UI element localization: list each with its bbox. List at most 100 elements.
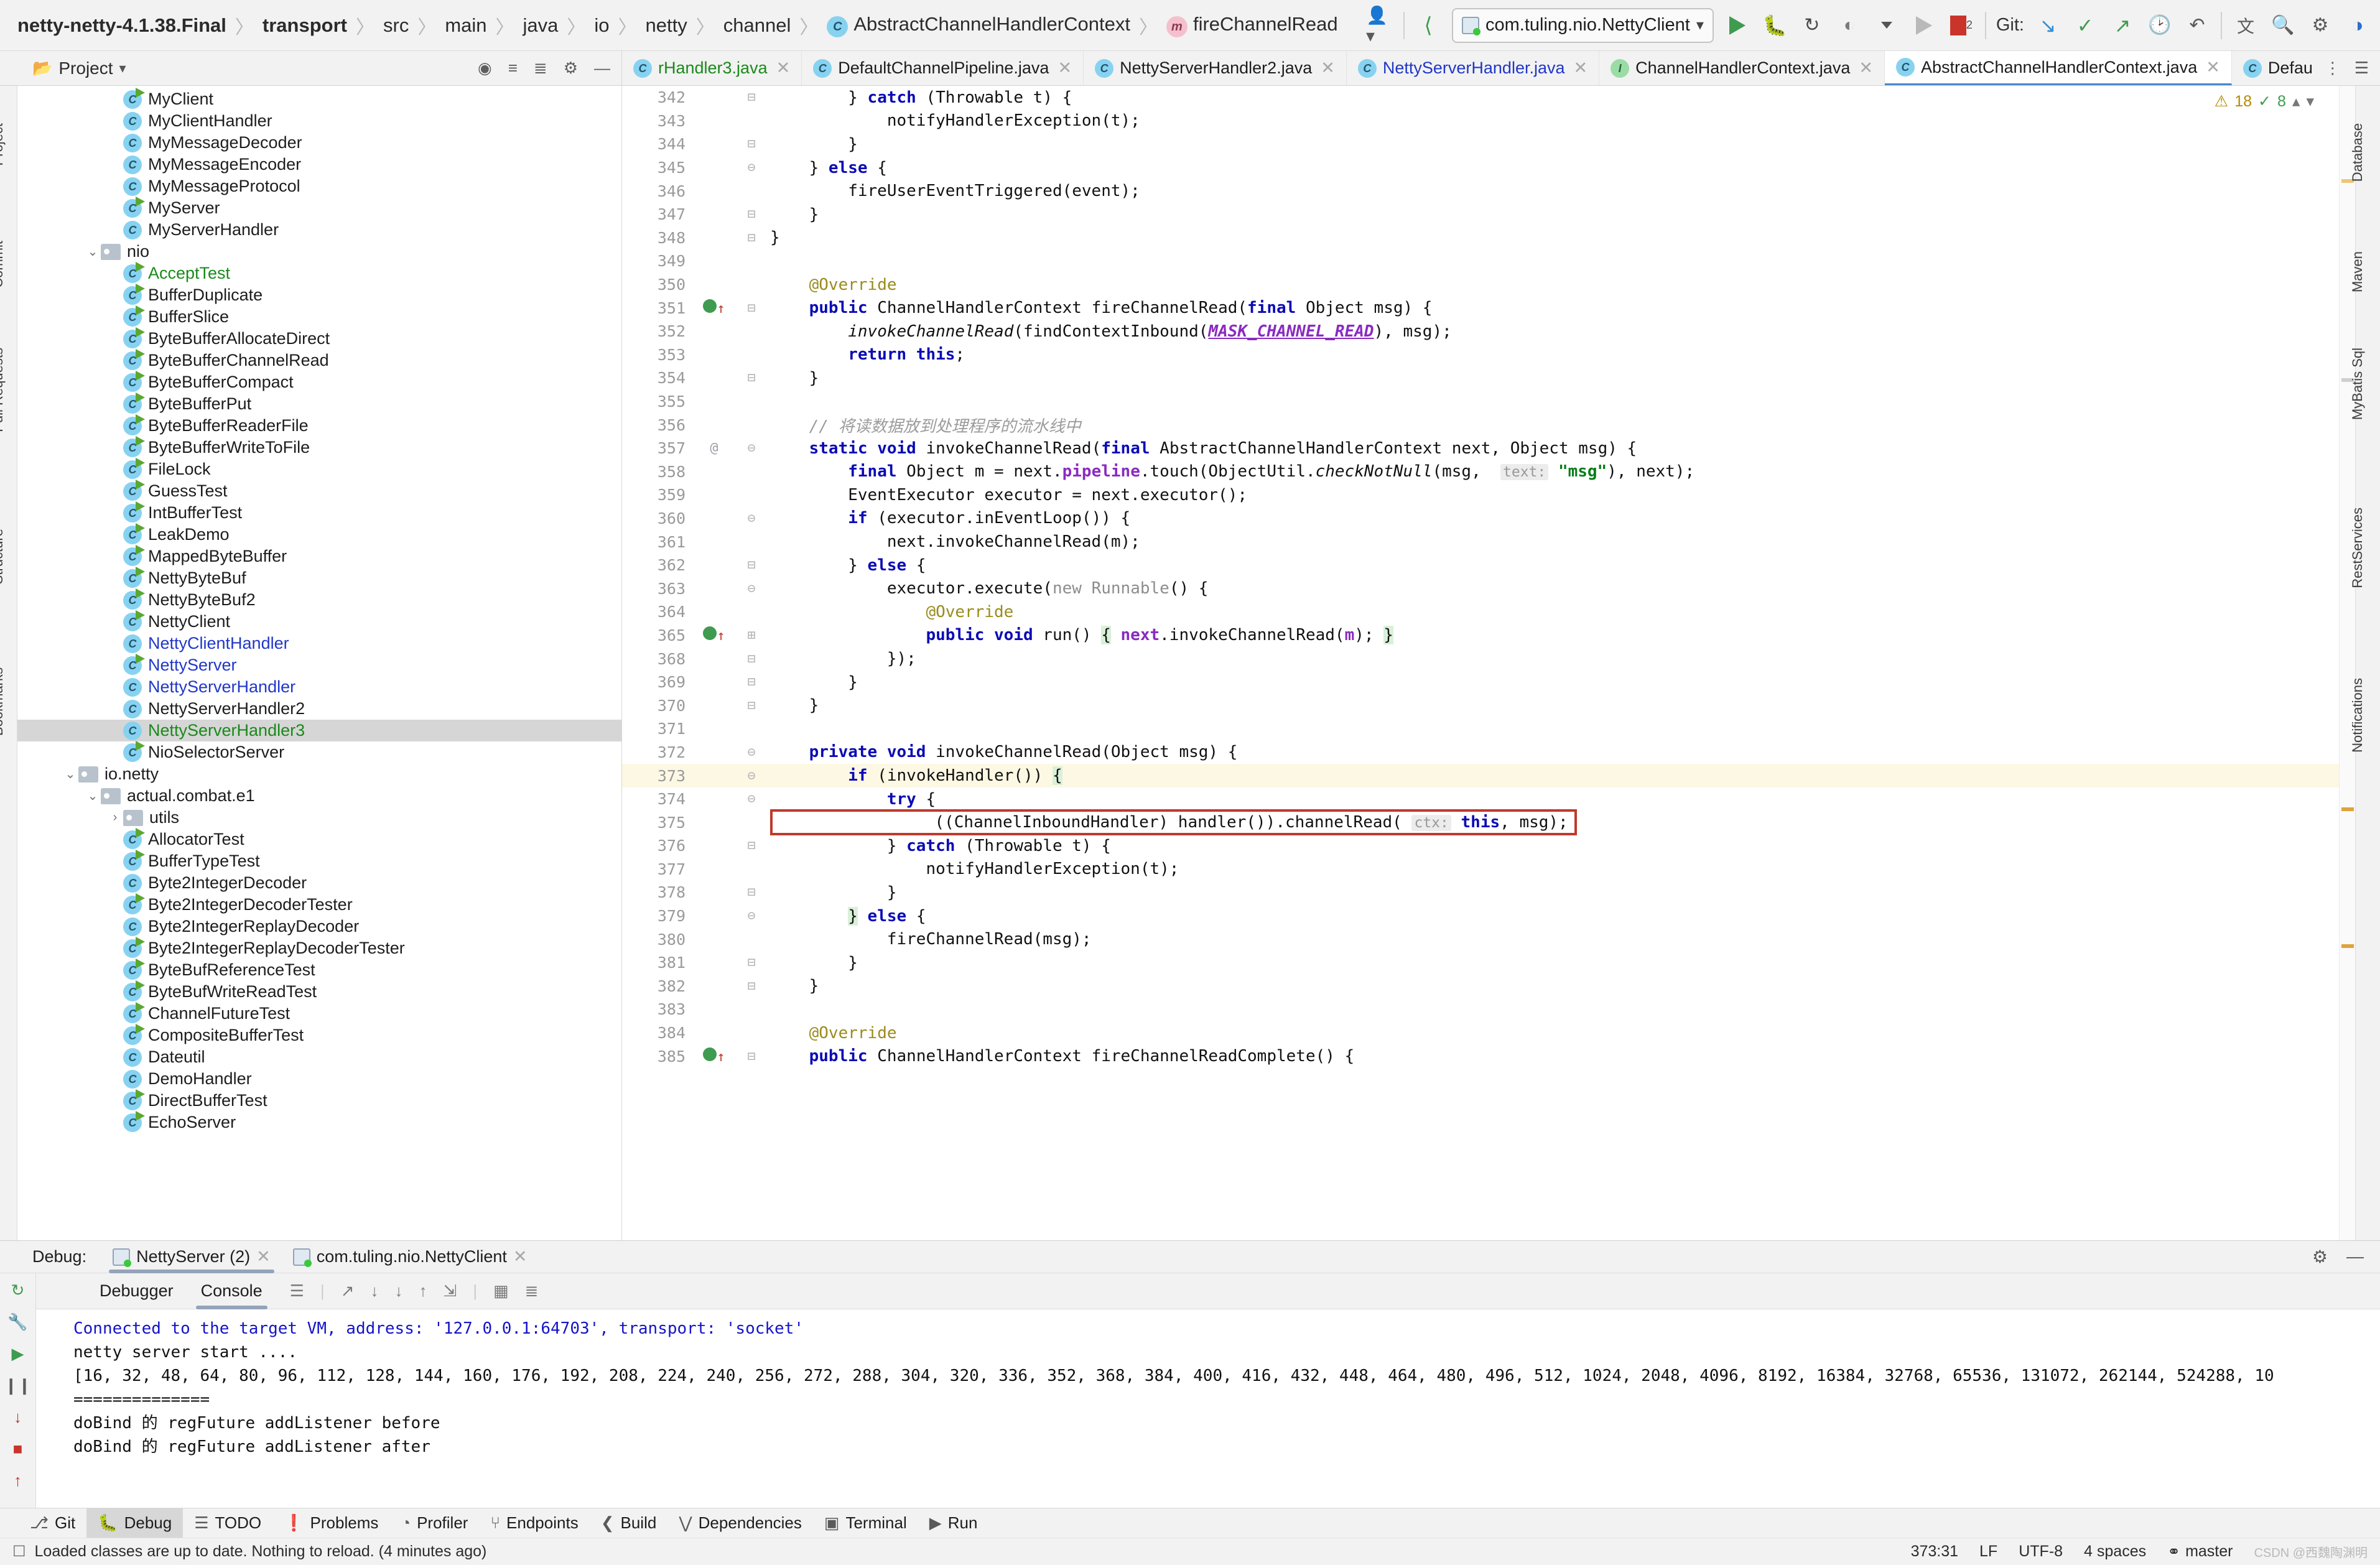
fold-gutter[interactable]: ⊟ xyxy=(733,955,770,970)
breadcrumb-item[interactable]: src xyxy=(377,14,415,37)
code-line[interactable]: 373 ⊖ if (invokeHandler()) { xyxy=(622,764,2355,787)
caret-position[interactable]: 373:31 xyxy=(1911,1543,1958,1561)
settings-icon[interactable]: 🔧 xyxy=(7,1312,27,1332)
close-icon[interactable]: ✕ xyxy=(513,1247,528,1266)
close-icon[interactable]: ✕ xyxy=(1058,58,1072,78)
tree-item[interactable]: C FileLock xyxy=(17,457,621,480)
code-line[interactable]: 365 ↑ ⊞ public void run() { next.invokeCha… xyxy=(622,624,2355,648)
fold-gutter[interactable]: ⊖ xyxy=(733,581,770,597)
close-icon[interactable]: ✕ xyxy=(256,1247,271,1266)
tree-item[interactable]: C IntBufferTest xyxy=(17,501,621,524)
tree-item[interactable]: C NettyServerHandler xyxy=(17,676,621,698)
fold-gutter[interactable]: ⊖ xyxy=(733,511,770,526)
code-line[interactable]: 369 ⊟ } xyxy=(622,671,2355,694)
more-tabs-icon[interactable]: ⋮ xyxy=(2325,58,2341,78)
user-icon[interactable]: 👤▾ xyxy=(1366,6,1393,45)
coverage-icon[interactable]: ◐ xyxy=(1836,12,1863,39)
tool-window-button[interactable]: ❮ Build xyxy=(590,1508,668,1538)
chevron-down-icon[interactable]: ⌄ xyxy=(62,766,78,782)
close-icon[interactable]: ✕ xyxy=(776,58,791,78)
reload-icon[interactable]: ☐ xyxy=(12,1543,26,1561)
list-icon[interactable]: ☰ xyxy=(290,1281,304,1301)
code-line[interactable]: 375 ((ChannelInboundHandler) handler()).… xyxy=(622,809,2355,836)
fold-gutter[interactable]: ⊟ xyxy=(733,978,770,994)
tool-window-button[interactable]: ◔ Profiler xyxy=(389,1508,479,1538)
collapse-icon[interactable]: ≡ xyxy=(508,58,518,78)
git-update-icon[interactable]: ↘ xyxy=(2034,12,2062,39)
code-line[interactable]: 347 ⊟ } xyxy=(622,203,2355,226)
tree-item[interactable]: C NettyServerHandler2 xyxy=(17,698,621,720)
chevron-right-icon[interactable]: › xyxy=(107,810,123,825)
rerun-icon[interactable]: ↻ xyxy=(1798,12,1826,39)
fold-gutter[interactable]: ⊖ xyxy=(733,768,770,784)
fold-gutter[interactable]: ⊖ xyxy=(733,908,770,924)
debug-session-tab[interactable]: NettyServer (2) ✕ xyxy=(101,1241,282,1273)
breadcrumb-item[interactable]: netty xyxy=(639,14,694,37)
tool-window-button[interactable]: ⎇ Git xyxy=(19,1508,86,1538)
split-icon[interactable]: ☰ xyxy=(2354,58,2369,78)
tree-item[interactable]: C NettyByteBuf xyxy=(17,566,621,589)
tree-item[interactable]: C NettyServerHandler3 xyxy=(17,720,621,741)
tree-item[interactable]: C ByteBufferReaderFile xyxy=(17,414,621,437)
code-line[interactable]: 362 ⊟ } else { xyxy=(622,554,2355,577)
editor-tab[interactable]: CrHandler3.java ✕ xyxy=(622,51,802,85)
tree-item[interactable]: C AcceptTest xyxy=(17,261,621,284)
git-push-icon[interactable]: ↗ xyxy=(2109,12,2136,39)
tool-window-button[interactable]: ▣ Terminal xyxy=(813,1508,918,1538)
profile-icon[interactable] xyxy=(1910,12,1938,39)
tree-item[interactable]: C ByteBufferChannelRead xyxy=(17,348,621,371)
editor-tab[interactable]: I ChannelHandlerContext.java ✕ xyxy=(1599,51,1885,85)
debug-subtab[interactable]: Debugger xyxy=(86,1273,187,1309)
tree-item[interactable]: C EchoServer xyxy=(17,1110,621,1133)
fold-gutter[interactable]: ⊟ xyxy=(733,838,770,853)
pause-icon[interactable]: ❙❙ xyxy=(4,1376,32,1395)
tree-item[interactable]: C LeakDemo xyxy=(17,522,621,546)
tree-folder[interactable]: ⌄ io.netty xyxy=(17,763,621,785)
tool-rail-item[interactable]: Maven xyxy=(2350,251,2380,292)
code-line[interactable]: 385 ↑ ⊟ public ChannelHandlerContext fireC… xyxy=(622,1044,2355,1068)
tree-item[interactable]: C MyServerHandler xyxy=(17,219,621,241)
tree-item[interactable]: C BufferSlice xyxy=(17,305,621,328)
evaluate-icon[interactable]: ▦ xyxy=(493,1281,509,1301)
tool-rail-item[interactable]: Notifications xyxy=(2350,678,2380,753)
fold-gutter[interactable]: ⊟ xyxy=(733,698,770,713)
code-line[interactable]: 368 ⊟ }); xyxy=(622,647,2355,671)
code-editor[interactable]: ⚠ 18 ✓ 8 ▴ ▾ 342 ⊟ } catch (Throwable t) … xyxy=(622,86,2355,1240)
inspection-widget[interactable]: ⚠ 18 ✓ 8 ▴ ▾ xyxy=(2215,92,2314,111)
breakpoint-gutter[interactable]: ↑ xyxy=(695,626,733,644)
hide-icon[interactable]: — xyxy=(2346,1247,2364,1267)
fold-gutter[interactable]: ⊟ xyxy=(733,300,770,316)
search-icon[interactable]: 🔍 xyxy=(2269,12,2297,39)
tree-item[interactable]: C MyServer xyxy=(17,196,621,219)
code-line[interactable]: 354 ⊟ } xyxy=(622,366,2355,390)
hide-icon[interactable]: — xyxy=(594,58,610,78)
code-line[interactable]: 343 notifyHandlerException(t); xyxy=(622,109,2355,133)
force-step-into-icon[interactable]: ↓ xyxy=(395,1281,403,1301)
chevron-down-icon[interactable]: ⌄ xyxy=(85,244,101,259)
breadcrumb-item[interactable]: netty-netty-4.1.38.Final xyxy=(11,14,233,37)
fold-gutter[interactable]: ⊟ xyxy=(733,1049,770,1064)
tool-rail-item[interactable]: Structure xyxy=(0,529,27,584)
tree-folder[interactable]: ⌄ nio xyxy=(17,241,621,262)
close-icon[interactable]: ✕ xyxy=(1859,58,1873,78)
tree-item[interactable]: C MyMessageProtocol xyxy=(17,175,621,197)
breadcrumb-item[interactable]: java xyxy=(517,14,565,37)
translate-icon[interactable]: 文 xyxy=(2232,12,2259,39)
tool-window-button[interactable]: ⋁ Dependencies xyxy=(667,1508,813,1538)
tree-item[interactable]: C NioSelectorServer xyxy=(17,740,621,763)
chevron-down-icon[interactable] xyxy=(1873,12,1900,39)
tree-item[interactable]: C NettyClient xyxy=(17,610,621,633)
stop-icon[interactable]: 2 xyxy=(1948,12,1975,39)
code-line[interactable]: 371 xyxy=(622,717,2355,741)
code-area[interactable]: 342 ⊟ } catch (Throwable t) {343 notifyHa… xyxy=(622,86,2355,1240)
back-arrow-icon[interactable]: ⟨ xyxy=(1415,12,1442,39)
breakpoint-gutter[interactable]: ↑ xyxy=(695,299,733,317)
override-arrow-icon[interactable]: ↑ xyxy=(717,301,725,317)
tree-item[interactable]: C ByteBufWriteReadTest xyxy=(17,980,621,1003)
step-up-icon[interactable]: ↑ xyxy=(14,1471,22,1490)
breadcrumb-item[interactable]: transport xyxy=(256,14,353,37)
tree-item[interactable]: C MappedByteBuffer xyxy=(17,544,621,567)
breadcrumb-item[interactable]: io xyxy=(588,14,615,37)
fold-gutter[interactable]: ⊞ xyxy=(733,628,770,643)
code-line[interactable]: 355 xyxy=(622,390,2355,414)
